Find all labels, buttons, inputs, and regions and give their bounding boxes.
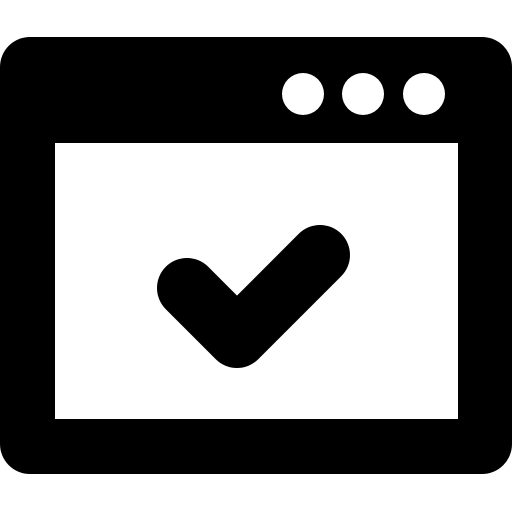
window-dot-3	[403, 73, 445, 115]
browser-window-check-icon	[0, 37, 512, 474]
window-dot-2	[342, 73, 384, 115]
window-dot-1	[282, 73, 324, 115]
icon-canvas	[0, 0, 512, 512]
